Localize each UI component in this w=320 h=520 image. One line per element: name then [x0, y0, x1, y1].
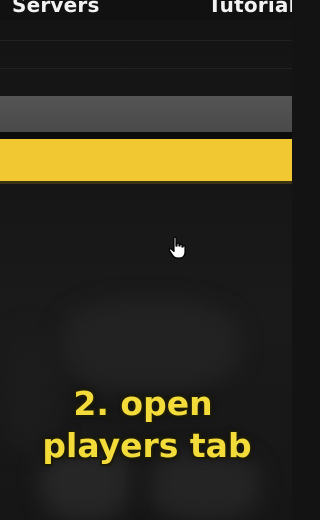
divider	[0, 40, 292, 41]
list-row-highlighted[interactable]	[0, 139, 292, 181]
row-separator	[0, 132, 292, 139]
caption-line-1: 2. open	[73, 384, 213, 423]
caption-line-2: players tab	[42, 426, 252, 465]
tutorial-tab[interactable]: Tutorial	[208, 0, 292, 17]
list-row-gray[interactable]	[0, 96, 292, 132]
divider	[0, 68, 292, 69]
servers-tab[interactable]: Servers	[12, 0, 100, 17]
blurred-background	[60, 300, 240, 390]
hand-pointer-icon	[168, 236, 188, 260]
row-shadow	[0, 181, 292, 184]
video-frame: Servers Tutorial 2. open players tab	[0, 0, 292, 520]
